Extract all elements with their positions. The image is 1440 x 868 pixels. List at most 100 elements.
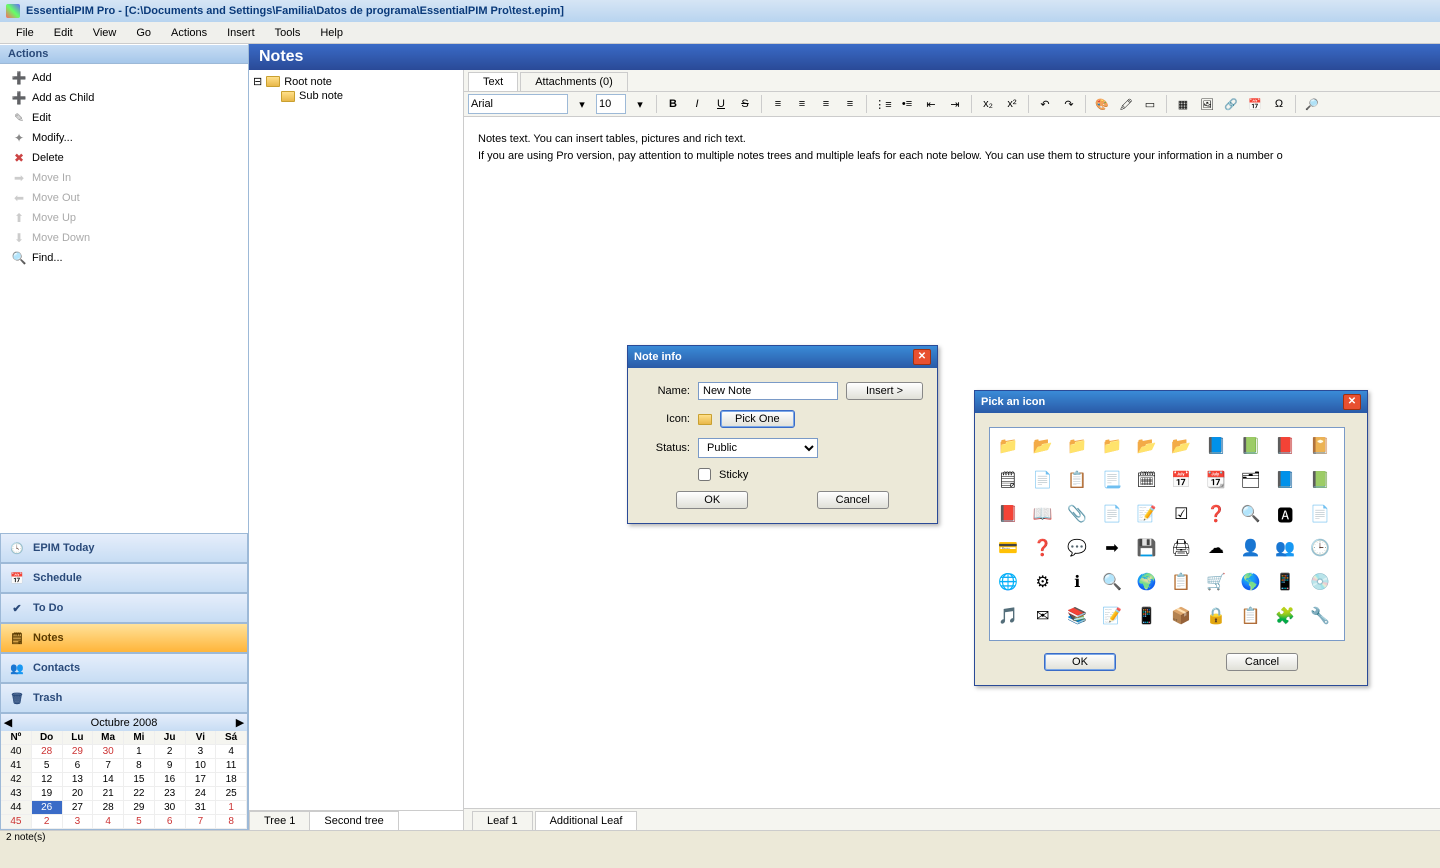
cal-cell[interactable]: 7 <box>93 759 124 773</box>
cal-cell[interactable]: 29 <box>63 745 94 759</box>
icon-option[interactable]: 📂 <box>1031 434 1055 458</box>
icon-option[interactable]: 🗂 <box>1239 468 1263 492</box>
subscript-button[interactable]: x₂ <box>978 94 998 114</box>
nav-trash[interactable]: 🗑Trash <box>0 683 248 713</box>
icon-option[interactable]: 📄 <box>1308 502 1332 526</box>
cal-cell[interactable]: 28 <box>32 745 63 759</box>
align-center-button[interactable]: ≡ <box>792 94 812 114</box>
picture-button[interactable]: 🖼 <box>1197 94 1217 114</box>
italic-button[interactable]: I <box>687 94 707 114</box>
icon-option[interactable]: 💾 <box>1135 536 1159 560</box>
underline-button[interactable]: U <box>711 94 731 114</box>
insert-button[interactable]: Insert > <box>846 382 923 400</box>
icon-option[interactable]: 📔 <box>1308 434 1332 458</box>
symbol-button[interactable]: Ω <box>1269 94 1289 114</box>
icon-option[interactable]: 📱 <box>1273 570 1297 594</box>
cal-cell[interactable]: 24 <box>186 787 217 801</box>
cal-cell[interactable]: 6 <box>63 759 94 773</box>
cal-cell[interactable]: 2 <box>155 745 186 759</box>
nav-schedule[interactable]: 📅Schedule <box>0 563 248 593</box>
icon-option[interactable]: 📄 <box>1031 468 1055 492</box>
cal-cell[interactable]: 2 <box>32 815 63 829</box>
menu-help[interactable]: Help <box>310 24 353 42</box>
cal-cell[interactable]: 30 <box>155 801 186 815</box>
align-left-button[interactable]: ≡ <box>768 94 788 114</box>
cal-cell[interactable]: 3 <box>63 815 94 829</box>
icon-option[interactable]: 📁 <box>1100 434 1124 458</box>
table-button[interactable]: ▦ <box>1173 94 1193 114</box>
icon-option[interactable]: 🗓 <box>1135 468 1159 492</box>
date-button[interactable]: 📅 <box>1245 94 1265 114</box>
tree-pane[interactable]: ⊟ Root note Sub note Tree 1 Second tree <box>249 70 464 830</box>
icon-option[interactable]: 🌎 <box>1239 570 1263 594</box>
cal-cell[interactable]: 1 <box>216 801 247 815</box>
action-addaschild[interactable]: ➕Add as Child <box>0 88 248 108</box>
icon-option[interactable]: 📗 <box>1308 468 1332 492</box>
cal-cell[interactable]: 5 <box>32 759 63 773</box>
menu-file[interactable]: File <box>6 24 44 42</box>
bold-button[interactable]: B <box>663 94 683 114</box>
menu-insert[interactable]: Insert <box>217 24 265 42</box>
action-delete[interactable]: ✖Delete <box>0 148 248 168</box>
action-modify[interactable]: ✦Modify... <box>0 128 248 148</box>
cal-cell[interactable]: 41 <box>1 759 32 773</box>
nav-notes[interactable]: 🗒Notes <box>0 623 248 653</box>
icon-option[interactable]: ℹ <box>1065 570 1089 594</box>
icon-option[interactable]: 📆 <box>1204 468 1228 492</box>
icon-option[interactable]: 📁 <box>996 434 1020 458</box>
cal-cell[interactable]: 14 <box>93 773 124 787</box>
ok-button[interactable]: OK <box>676 491 748 509</box>
icon-option[interactable]: 🌍 <box>1135 570 1159 594</box>
name-input[interactable] <box>698 382 838 400</box>
icon-option[interactable]: 📘 <box>1273 468 1297 492</box>
ok-button[interactable]: OK <box>1044 653 1116 671</box>
icon-option[interactable]: 📋 <box>1169 570 1193 594</box>
icon-option[interactable]: 🗒 <box>996 468 1020 492</box>
menu-edit[interactable]: Edit <box>44 24 83 42</box>
icon-option[interactable]: 📁 <box>1065 434 1089 458</box>
cal-cell[interactable]: 13 <box>63 773 94 787</box>
tree-root-node[interactable]: ⊟ Root note <box>253 74 459 89</box>
cal-cell[interactable]: 43 <box>1 787 32 801</box>
icon-option[interactable]: 🔍 <box>1100 570 1124 594</box>
close-icon[interactable]: ✕ <box>1343 394 1361 410</box>
nav-todo[interactable]: ✔To Do <box>0 593 248 623</box>
tab-text[interactable]: Text <box>468 72 518 91</box>
cal-cell[interactable]: 27 <box>63 801 94 815</box>
cal-cell[interactable]: 18 <box>216 773 247 787</box>
bgcolor-button[interactable]: ▭ <box>1140 94 1160 114</box>
icon-option[interactable]: 🔒 <box>1204 604 1228 628</box>
tree-child-node[interactable]: Sub note <box>253 89 459 103</box>
icon-option[interactable]: 📋 <box>1239 604 1263 628</box>
cal-cell[interactable]: 29 <box>124 801 155 815</box>
icon-option[interactable]: 📃 <box>1100 468 1124 492</box>
cal-cell[interactable]: 7 <box>186 815 217 829</box>
icon-option[interactable]: 💳 <box>996 536 1020 560</box>
icon-option[interactable]: 💿 <box>1308 570 1332 594</box>
icon-option[interactable]: 🎵 <box>996 604 1020 628</box>
fontsize-select[interactable] <box>596 94 626 114</box>
tree-tab-1[interactable]: Tree 1 <box>249 811 310 830</box>
icon-option[interactable]: 📱 <box>1135 604 1159 628</box>
icon-option[interactable]: 📎 <box>1065 502 1089 526</box>
action-add[interactable]: ➕Add <box>0 68 248 88</box>
menu-go[interactable]: Go <box>126 24 161 42</box>
cal-next-icon[interactable]: ▶ <box>233 716 247 729</box>
cal-cell[interactable]: 11 <box>216 759 247 773</box>
cal-cell[interactable]: 1 <box>124 745 155 759</box>
icon-option[interactable]: 📕 <box>996 502 1020 526</box>
mini-calendar[interactable]: ◀ Octubre 2008 ▶ NºDoLuMaMiJuViSá4028293… <box>0 713 248 830</box>
icon-option[interactable]: 📋 <box>1065 468 1089 492</box>
cal-cell[interactable]: 8 <box>124 759 155 773</box>
icon-option[interactable]: 📝 <box>1135 502 1159 526</box>
dropdown-icon[interactable]: ▾ <box>572 94 592 114</box>
leaf-tab-2[interactable]: Additional Leaf <box>535 811 638 830</box>
icon-option[interactable]: 📂 <box>1169 434 1193 458</box>
cal-cell[interactable]: 26 <box>32 801 63 815</box>
status-select[interactable]: Public <box>698 438 818 458</box>
cal-cell[interactable]: 44 <box>1 801 32 815</box>
cal-cell[interactable]: 16 <box>155 773 186 787</box>
indent-button[interactable]: ⇥ <box>945 94 965 114</box>
cal-cell[interactable]: 22 <box>124 787 155 801</box>
icon-option[interactable]: 📖 <box>1031 502 1055 526</box>
